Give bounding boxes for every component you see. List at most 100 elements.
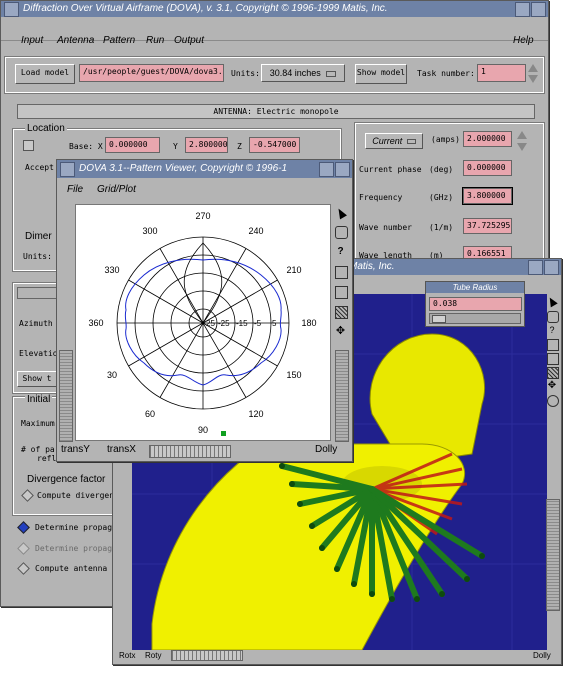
- move-icon[interactable]: ✥: [335, 326, 346, 337]
- load-model-button[interactable]: Load model: [15, 64, 75, 84]
- dimension-label: Dimer: [25, 231, 52, 242]
- tube-radius-title: Tube Radius: [452, 283, 498, 292]
- window-menu-icon[interactable]: [60, 162, 75, 177]
- wave-number-unit: (1/m): [429, 223, 454, 232]
- radial-label-25: 25: [206, 319, 215, 328]
- tube-radius-slider-thumb[interactable]: [432, 315, 446, 323]
- main-title-bar[interactable]: Diffraction Over Virtual Airframe (DOVA)…: [1, 1, 548, 17]
- home-icon[interactable]: [335, 266, 348, 279]
- help-icon[interactable]: ?: [547, 325, 557, 335]
- base-y-field[interactable]: 2.800000: [185, 137, 228, 153]
- model-title-fragment: Matis, Inc.: [349, 261, 395, 272]
- angle-label-150: 150: [286, 370, 301, 380]
- tube-radius-field[interactable]: 0.038: [429, 297, 522, 311]
- menu-input[interactable]: Input: [21, 35, 43, 46]
- trans-y-slider[interactable]: [59, 350, 73, 442]
- minimize-icon[interactable]: [319, 162, 334, 177]
- compute-antenna-label: Compute antenna pa: [35, 564, 122, 573]
- base-z-field[interactable]: -0.547000: [249, 137, 300, 153]
- frequency-unit: (GHz): [429, 193, 454, 202]
- move-icon[interactable]: ✥: [547, 381, 557, 391]
- units-label: Units:: [231, 69, 260, 78]
- radial-label-neg15: -15: [236, 319, 248, 328]
- tube-radius-panel: Tube Radius 0.038: [425, 281, 525, 327]
- maximize-icon[interactable]: [544, 260, 559, 275]
- elevation-label: Elevatio: [19, 349, 58, 358]
- units-select-value: 30.84 inches: [269, 68, 321, 78]
- model-toolbar: ? ✥: [545, 295, 559, 407]
- units-small-label: Units:: [23, 252, 52, 261]
- model-right-slider[interactable]: [546, 499, 560, 611]
- hand-icon[interactable]: [547, 311, 559, 323]
- task-number-down-icon[interactable]: [528, 75, 538, 83]
- pattern-menu-grid-plot[interactable]: Grid/Plot: [97, 184, 136, 195]
- angle-label-30: 30: [107, 370, 117, 380]
- pattern-title-bar[interactable]: DOVA 3.1--Pattern Viewer, Copyright © 19…: [57, 160, 352, 178]
- base-y-label: Y: [173, 142, 178, 151]
- scroll-up-icon[interactable]: [517, 131, 527, 139]
- dolly-slider[interactable]: [335, 350, 349, 442]
- angle-label-90: 90: [198, 425, 208, 435]
- location-checkbox[interactable]: [23, 140, 34, 151]
- show-button[interactable]: Show t: [17, 371, 57, 387]
- arrow-pointer-icon[interactable]: [546, 295, 558, 308]
- compute-antenna-radio[interactable]: [17, 562, 30, 575]
- angle-label-60: 60: [145, 409, 155, 419]
- minimize-icon[interactable]: [515, 2, 530, 17]
- maximize-icon[interactable]: [531, 2, 546, 17]
- current-select[interactable]: Current: [365, 133, 423, 149]
- perspective-icon[interactable]: [547, 367, 559, 379]
- menu-pattern[interactable]: Pattern: [103, 35, 135, 46]
- trans-x-label: transX: [107, 444, 136, 455]
- minimize-icon[interactable]: [528, 260, 543, 275]
- angle-label-300: 300: [142, 226, 157, 236]
- current-field[interactable]: 2.000000: [463, 131, 512, 147]
- perspective-icon[interactable]: [335, 306, 348, 319]
- tube-radius-title-bar[interactable]: Tube Radius: [426, 282, 524, 293]
- location-label: Location: [25, 123, 67, 134]
- angle-label-360: 360: [88, 318, 103, 328]
- home-icon[interactable]: [547, 339, 559, 351]
- model-dolly-label: Dolly: [533, 651, 551, 660]
- home-set-icon[interactable]: [547, 353, 559, 365]
- home-set-icon[interactable]: [335, 286, 348, 299]
- num-pad-label: # of pa: [21, 445, 55, 454]
- polar-plot[interactable]: 270 240 210 180 150 120 90 60 30 360 330…: [75, 204, 331, 441]
- radial-label-neg25: -25: [218, 319, 230, 328]
- frequency-field[interactable]: 3.800000: [462, 187, 513, 205]
- units-select[interactable]: 30.84 inches: [261, 64, 345, 82]
- menu-run[interactable]: Run: [146, 35, 164, 46]
- hand-icon[interactable]: [335, 226, 348, 239]
- angle-label-120: 120: [248, 409, 263, 419]
- scroll-down-icon[interactable]: [517, 143, 527, 151]
- roty-wheel[interactable]: [171, 650, 243, 661]
- window-menu-icon[interactable]: [4, 2, 19, 17]
- show-model-button[interactable]: Show model: [355, 64, 407, 84]
- current-phase-label: Current phase: [359, 165, 422, 174]
- roty-label: Roty: [145, 651, 162, 660]
- help-icon[interactable]: ?: [335, 246, 346, 257]
- trans-x-wheel[interactable]: [149, 445, 231, 458]
- propagation-radio-1[interactable]: [17, 521, 30, 534]
- main-title: Diffraction Over Virtual Airframe (DOVA)…: [23, 3, 388, 14]
- maximize-icon[interactable]: [335, 162, 350, 177]
- menu-output[interactable]: Output: [174, 35, 204, 46]
- rotx-label: Rotx: [119, 651, 136, 660]
- current-phase-field[interactable]: 0.000000: [463, 160, 512, 176]
- trans-y-label: transY: [61, 444, 90, 455]
- tube-radius-slider[interactable]: [429, 313, 521, 324]
- angle-label-180: 180: [301, 318, 316, 328]
- base-x-field[interactable]: 0.000000: [105, 137, 160, 153]
- pattern-menu-file[interactable]: File: [67, 184, 83, 195]
- model-path-field[interactable]: /usr/people/guest/DOVA/dova3.1: [79, 64, 224, 82]
- pattern-menubar: File Grid/Plot: [57, 180, 352, 200]
- menu-antenna[interactable]: Antenna: [57, 35, 94, 46]
- propagation-radio-2[interactable]: [17, 542, 30, 555]
- task-number-up-icon[interactable]: [528, 64, 538, 72]
- divergence-label: Divergence factor: [27, 474, 106, 485]
- target-icon[interactable]: [547, 395, 559, 407]
- menu-help[interactable]: Help: [513, 35, 534, 46]
- arrow-pointer-icon[interactable]: [335, 206, 347, 220]
- angle-label-240: 240: [248, 226, 263, 236]
- task-number-field[interactable]: 1: [477, 64, 526, 82]
